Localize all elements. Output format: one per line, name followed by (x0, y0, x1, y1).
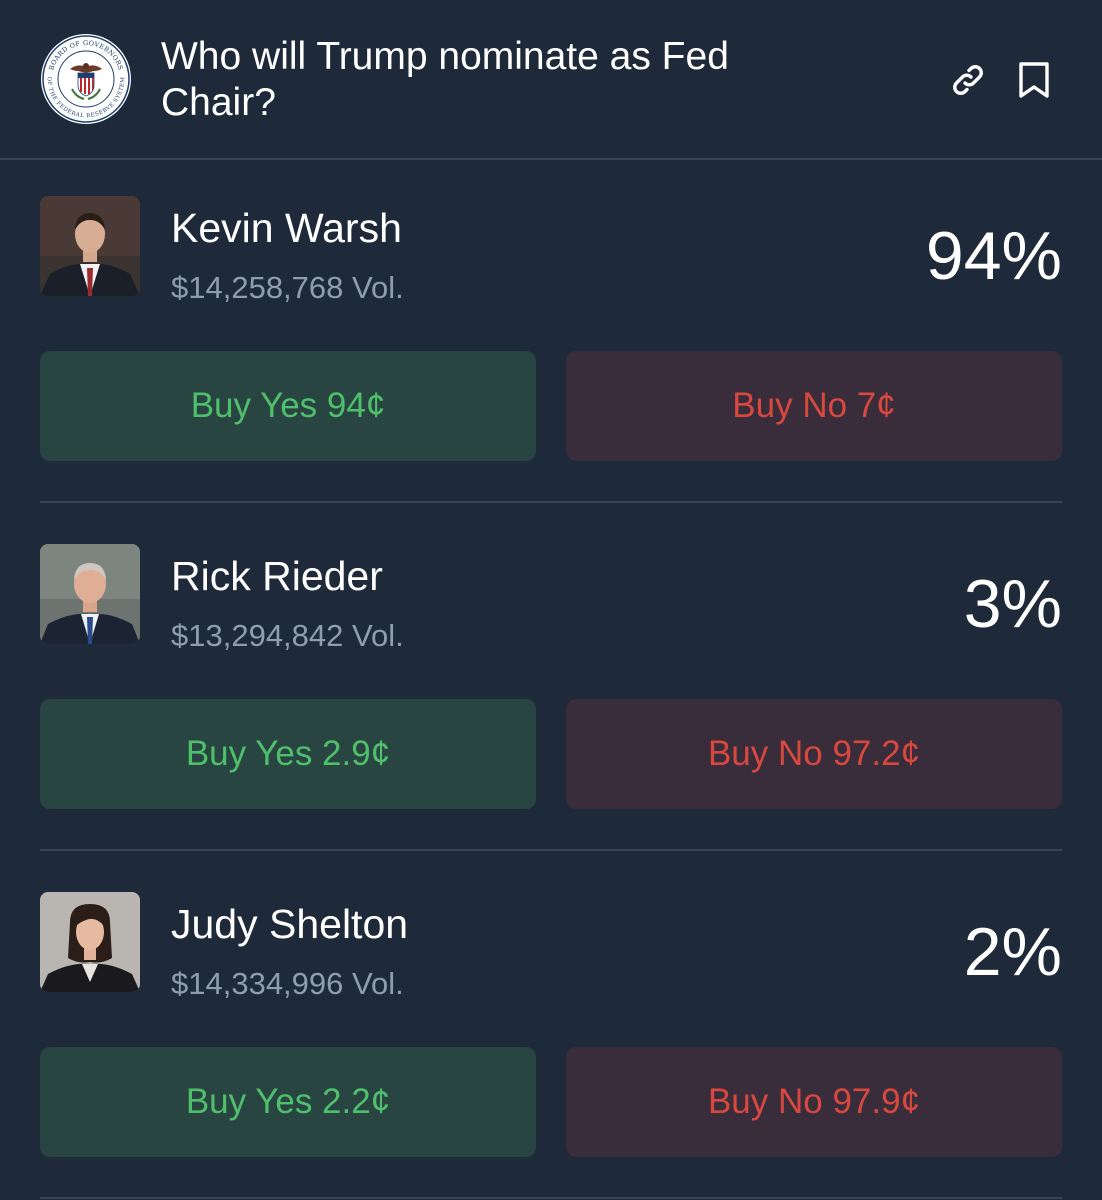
row-divider (40, 1197, 1062, 1199)
market-header: BOARD OF GOVERNORS OF THE FEDERAL RESERV… (0, 0, 1102, 160)
candidate-avatar (40, 196, 140, 296)
buy-no-button[interactable]: Buy No 7¢ (566, 351, 1062, 461)
candidate-chance-percent: 2% (963, 914, 1062, 990)
buy-yes-button[interactable]: Buy Yes 2.9¢ (40, 699, 536, 809)
candidate-volume: $14,258,768 Vol. (171, 270, 404, 305)
buy-no-button[interactable]: Buy No 97.2¢ (566, 699, 1062, 809)
candidate-name: Rick Rieder (171, 553, 383, 599)
federal-reserve-seal-logo: BOARD OF GOVERNORS OF THE FEDERAL RESERV… (41, 34, 131, 124)
link-icon[interactable] (946, 58, 990, 102)
candidate-name: Kevin Warsh (171, 205, 402, 251)
candidate-volume: $14,334,996 Vol. (171, 966, 404, 1001)
outcome-row[interactable]: Kevin Warsh $14,258,768 Vol. 94% Buy Yes… (40, 196, 1062, 496)
row-divider (40, 849, 1062, 851)
outcome-row[interactable]: Judy Shelton $14,334,996 Vol. 2% Buy Yes… (40, 892, 1062, 1192)
bookmark-icon[interactable] (1012, 58, 1056, 102)
candidate-name: Judy Shelton (171, 901, 409, 947)
candidate-avatar (40, 892, 140, 992)
candidate-volume: $13,294,842 Vol. (171, 618, 404, 653)
candidate-chance-percent: 3% (963, 566, 1062, 642)
outcome-row[interactable]: Rick Rieder $13,294,842 Vol. 3% Buy Yes … (40, 544, 1062, 844)
buy-yes-button[interactable]: Buy Yes 94¢ (40, 351, 536, 461)
candidate-avatar (40, 544, 140, 644)
buy-yes-button[interactable]: Buy Yes 2.2¢ (40, 1047, 536, 1157)
buy-no-button[interactable]: Buy No 97.9¢ (566, 1047, 1062, 1157)
market-title: Who will Trump nominate as Fed Chair? (161, 35, 729, 124)
candidate-chance-percent: 94% (925, 218, 1062, 294)
row-divider (40, 501, 1062, 503)
